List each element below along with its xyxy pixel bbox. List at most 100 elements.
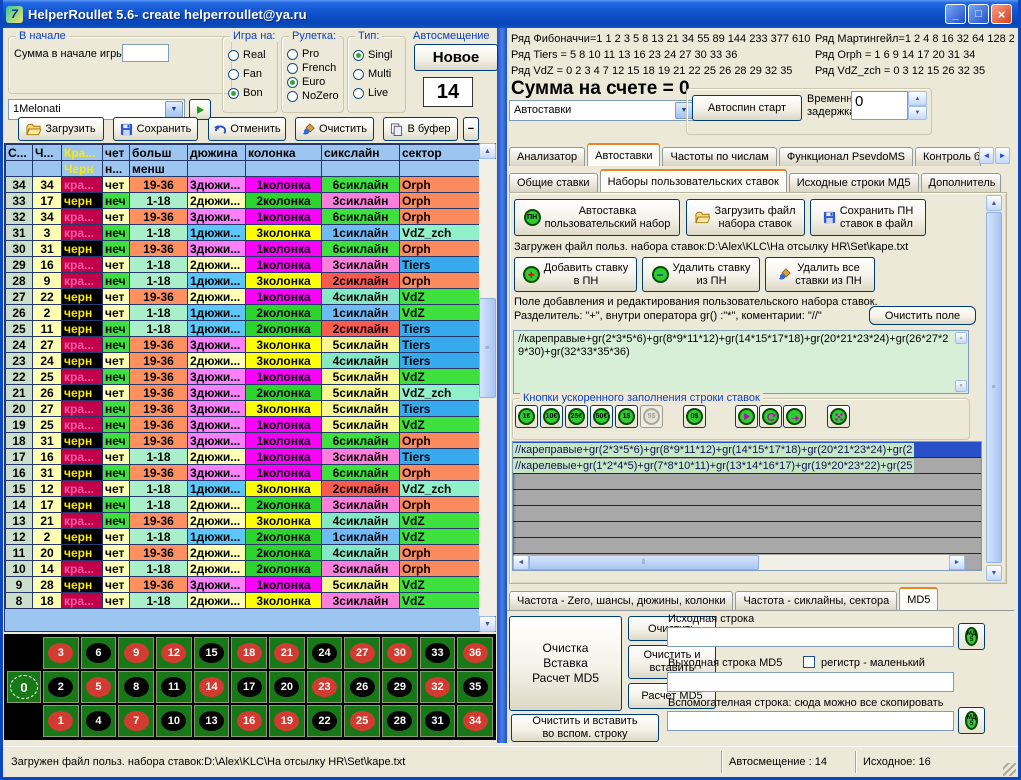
load-bet-set-file-button[interactable]: Загрузить файлнабора ставок — [686, 199, 805, 236]
board-number-12[interactable]: 12 — [156, 637, 192, 669]
coin-button-0$[interactable]: 0$ — [683, 405, 706, 428]
clear-field-button[interactable]: Очистить поле — [869, 306, 976, 325]
tab-obshchie-stavki[interactable]: Общие ставки — [509, 173, 598, 192]
bet-set-row[interactable]: //кареправые+gr(2*3*5*6)+gr(8*9*11*12)+g… — [513, 442, 981, 458]
scrollbar-thumb[interactable]: ≡ — [986, 212, 1002, 563]
tab-chastoty-po-chislam[interactable]: Частоты по числам — [662, 147, 776, 166]
radio-dot-icon[interactable] — [228, 88, 239, 99]
spinner-up-icon[interactable]: ▲ — [908, 91, 927, 106]
column-header[interactable]: дюжина — [188, 145, 246, 161]
coin-button-25€[interactable]: 25€ — [565, 405, 588, 428]
board-number-11[interactable]: 11 — [156, 671, 192, 703]
refresh-bets-button[interactable] — [759, 405, 782, 428]
radio-dot-icon[interactable] — [353, 88, 364, 99]
history-row[interactable]: 2027кра...неч19-363дюжи...3колонка5сикла… — [6, 401, 481, 417]
spinner-down-icon[interactable]: ▼ — [908, 106, 927, 120]
board-number-10[interactable]: 10 — [156, 705, 192, 737]
tab-md5[interactable]: MD5 — [899, 587, 938, 610]
board-number-3[interactable]: 3 — [43, 637, 79, 669]
tab-analizator[interactable]: Анализатор — [509, 147, 585, 166]
history-row[interactable]: 3317черннеч1-182дюжи...2колонка3сиклайнO… — [6, 193, 481, 209]
history-row[interactable]: 3031черннеч19-363дюжи...1колонка6сиклайн… — [6, 241, 481, 257]
history-row[interactable]: 122чернчет1-181дюжи...2колонка1сиклайнVd… — [6, 529, 481, 545]
history-row[interactable]: 1925кра...неч19-363дюжи...1колонка5сикла… — [6, 417, 481, 433]
column-header[interactable]: чет — [103, 145, 130, 161]
history-row[interactable]: 2324чернчет19-362дюжи...3колонка4сиклайн… — [6, 353, 481, 369]
history-row[interactable]: 1831черннеч19-363дюжи...1колонка6сиклайн… — [6, 433, 481, 449]
board-number-5[interactable]: 5 — [81, 671, 117, 703]
scroll-down-icon[interactable]: ▼ — [479, 616, 496, 632]
coin-button-1$[interactable]: 1$ — [615, 405, 638, 428]
column-header[interactable]: Кра... — [62, 145, 103, 161]
md5-clear-paste-aux-button[interactable]: Очистить и вставитьво вспом. строку — [511, 714, 659, 742]
tab-dopolnitel[interactable]: Дополнитель — [921, 173, 1001, 192]
history-row[interactable]: 1716кра...чет1-182дюжи...1колонка3сиклай… — [6, 449, 481, 465]
lowercase-checkbox[interactable] — [803, 656, 815, 668]
history-row[interactable]: 1014кра...чет1-182дюжи...2колонка3сиклай… — [6, 561, 481, 577]
save-button[interactable]: Сохранить — [113, 117, 198, 141]
board-number-22[interactable]: 22 — [307, 705, 343, 737]
board-number-31[interactable]: 31 — [420, 705, 456, 737]
radio-dot-icon[interactable] — [353, 69, 364, 80]
board-number-30[interactable]: 30 — [382, 637, 418, 669]
board-number-35[interactable]: 35 — [457, 671, 493, 703]
start-sum-input[interactable] — [122, 44, 169, 62]
delete-bet-button[interactable]: − Удалить ставкуиз ПН — [642, 257, 760, 292]
play-bets-button[interactable] — [735, 405, 758, 428]
column-header[interactable]: сектор — [400, 145, 481, 161]
md5-calc-icon-button[interactable]: МД5 — [958, 623, 985, 650]
radio-real[interactable]: Real — [228, 49, 266, 61]
board-number-33[interactable]: 33 — [420, 637, 456, 669]
tab-chastota-zero[interactable]: Частота - Zero, шансы, дюжины, колонки — [509, 591, 733, 610]
autobet-user-set-button[interactable]: ПН Автоставкапользовательский набор — [514, 199, 680, 236]
edit-scroll-down-icon[interactable]: ▼ — [955, 380, 967, 392]
scroll-down-icon[interactable]: ▼ — [986, 565, 1002, 581]
tab-iskhodnye-stroki-md5[interactable]: Исходные строки МД5 — [789, 173, 919, 192]
board-number-8[interactable]: 8 — [118, 671, 154, 703]
board-number-34[interactable]: 34 — [457, 705, 493, 737]
radio-dot-icon[interactable] — [228, 50, 239, 61]
board-number-32[interactable]: 32 — [420, 671, 456, 703]
radio-fan[interactable]: Fan — [228, 68, 266, 80]
panel-vertical-scrollbar[interactable]: ▲ ≡ ▼ — [986, 195, 1002, 581]
board-number-26[interactable]: 26 — [344, 671, 380, 703]
scrollbar-thumb[interactable]: ⦀ — [529, 555, 759, 570]
history-row[interactable]: 818кра...чет1-182дюжи...3колонка3сиклайн… — [6, 593, 481, 609]
load-button[interactable]: Загрузить — [18, 117, 104, 141]
bet-sets-list[interactable]: //кареправые+gr(2*3*5*6)+gr(8*9*11*12)+g… — [512, 441, 982, 571]
radio-pro[interactable]: Pro — [287, 48, 339, 60]
radio-multi[interactable]: Multi — [353, 68, 392, 80]
tab-kontrol-bankro[interactable]: Контроль банкро — [915, 147, 981, 166]
radio-nozero[interactable]: NoZero — [287, 90, 339, 102]
history-row[interactable]: 928чернчет19-363дюжи...1колонка5сиклайнV… — [6, 577, 481, 593]
apply-bets-button[interactable] — [783, 405, 806, 428]
history-row[interactable]: 2511черннеч1-181дюжи...2колонка2сиклайнT… — [6, 321, 481, 337]
tab-avtostavki[interactable]: Автоставки — [587, 143, 660, 166]
radio-singl[interactable]: Singl — [353, 49, 392, 61]
delay-input[interactable]: 0 — [851, 91, 908, 120]
history-row[interactable]: 1321кра...неч19-362дюжи...3колонка4сикла… — [6, 513, 481, 529]
radio-dot-icon[interactable] — [228, 69, 239, 80]
board-number-27[interactable]: 27 — [344, 637, 380, 669]
board-number-18[interactable]: 18 — [231, 637, 267, 669]
board-number-20[interactable]: 20 — [269, 671, 305, 703]
board-number-1[interactable]: 1 — [43, 705, 79, 737]
radio-french[interactable]: French — [287, 62, 339, 74]
board-number-6[interactable]: 6 — [81, 637, 117, 669]
close-button[interactable]: × — [991, 4, 1012, 24]
history-row[interactable]: 1120чернчет19-362дюжи...2колонка4сиклайн… — [6, 545, 481, 561]
radio-dot-icon[interactable] — [287, 91, 298, 102]
pattern-bets-button[interactable] — [827, 405, 850, 428]
radio-dot-icon[interactable] — [287, 63, 298, 74]
chevron-down-icon[interactable]: ▼ — [165, 101, 183, 118]
delete-all-bets-button[interactable]: Удалить всеставки из ПН — [765, 257, 875, 292]
history-table[interactable]: С...Ч...Кра...четбольшдюжинаколонкасиксл… — [4, 143, 496, 632]
radio-dot-icon[interactable] — [287, 49, 298, 60]
table-vertical-scrollbar[interactable]: ▲ ≡ ▼ — [479, 143, 496, 632]
board-number-23[interactable]: 23 — [307, 671, 343, 703]
board-number-14[interactable]: 14 — [194, 671, 230, 703]
md5-aux-input[interactable] — [667, 711, 954, 731]
bet-set-row[interactable]: //карелевые+gr(1*2*4*5)+gr(7*8*10*11)+gr… — [513, 458, 981, 474]
history-row[interactable]: 3234кра...чет19-363дюжи...1колонка6сикла… — [6, 209, 481, 225]
board-number-9[interactable]: 9 — [118, 637, 154, 669]
